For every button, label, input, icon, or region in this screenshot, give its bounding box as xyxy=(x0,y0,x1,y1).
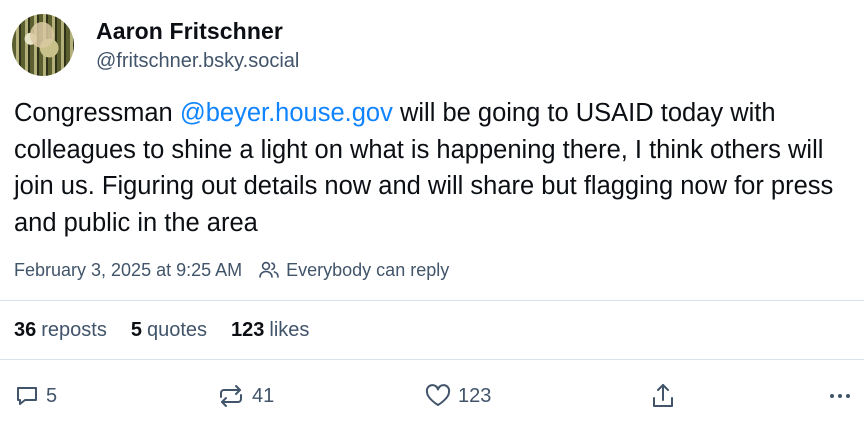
quotes-label: quotes xyxy=(146,318,208,341)
author-handle[interactable]: @fritschner.bsky.social xyxy=(96,50,299,73)
post-header: Aaron Fritschner @fritschner.bsky.social xyxy=(12,12,852,76)
reply-setting-label: Everybody can reply xyxy=(286,259,450,280)
repost-button[interactable]: 41 xyxy=(216,376,274,416)
post-timestamp[interactable]: February 3, 2025 at 9:25 AM xyxy=(14,260,242,281)
mention-link[interactable]: @beyer.house.gov xyxy=(180,99,393,127)
display-name[interactable]: Aaron Fritschner xyxy=(96,18,283,45)
share-button[interactable] xyxy=(650,376,682,416)
post-text-start: Congressman xyxy=(14,99,180,127)
divider xyxy=(0,359,864,360)
post-meta: February 3, 2025 at 9:25 AM Everybody ca… xyxy=(14,257,449,283)
heart-icon xyxy=(425,384,451,406)
more-dots-icon xyxy=(830,394,850,398)
more-options-button[interactable] xyxy=(826,376,860,416)
reposts-label: reposts xyxy=(41,318,107,341)
action-bar: 5 41 123 xyxy=(0,376,864,416)
likes-label: likes xyxy=(269,318,310,341)
reposts-count: 36 xyxy=(14,318,37,341)
likes-count: 123 xyxy=(231,318,265,341)
reply-count: 5 xyxy=(46,384,58,407)
like-count: 123 xyxy=(458,384,492,407)
share-icon xyxy=(653,384,673,407)
quotes-count: 5 xyxy=(130,318,142,341)
likes-stat[interactable]: 123 likes xyxy=(231,319,309,342)
divider xyxy=(0,300,864,301)
repost-arrows-icon xyxy=(220,385,242,407)
reposts-stat[interactable]: 36 reposts xyxy=(14,319,107,342)
quotes-stat[interactable]: 5 quotes xyxy=(131,319,207,342)
speech-bubble-icon xyxy=(17,387,37,405)
reply-button[interactable]: 5 xyxy=(14,376,57,416)
like-button[interactable]: 123 xyxy=(424,376,491,416)
repost-count: 41 xyxy=(252,384,275,407)
people-icon xyxy=(259,261,279,278)
avatar[interactable] xyxy=(12,14,74,76)
engagement-stats: 36 reposts 5 quotes 123 likes xyxy=(14,316,333,344)
post-text: Congressman @beyer.house.gov will be goi… xyxy=(14,95,854,241)
reply-setting: Everybody can reply xyxy=(258,260,449,281)
